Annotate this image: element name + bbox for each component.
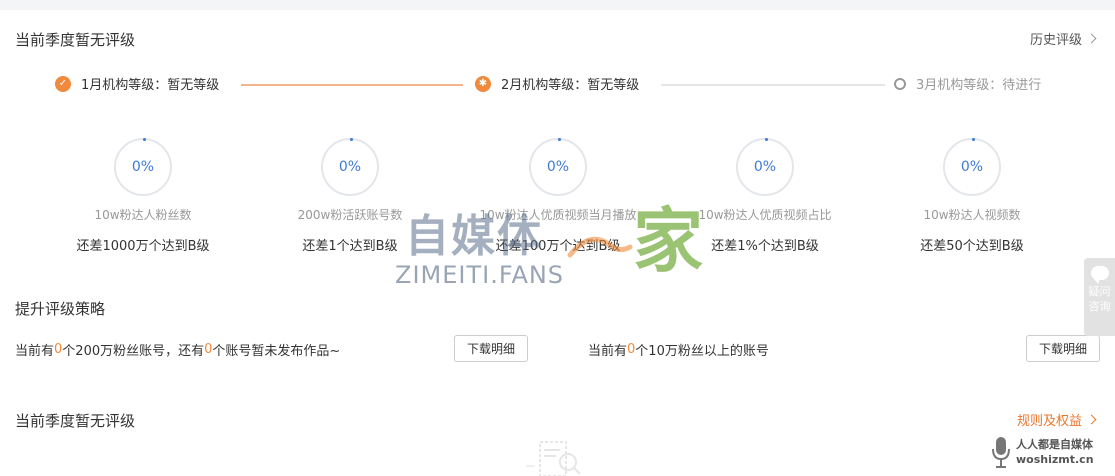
metric-label: 10w粉达人优质视频占比 xyxy=(698,208,832,222)
step-january: ✓ 1月机构等级：暂无等级 xyxy=(55,74,219,93)
chevron-right-icon xyxy=(1086,414,1097,425)
in-progress-icon: ✱ xyxy=(475,75,491,92)
metric-video-ratio: 0% 10w粉达人优质视频占比 还差1%个达到B级 xyxy=(675,138,855,254)
step-label: 1月机构等级：暂无等级 xyxy=(81,78,220,93)
help-line2: 咨询 xyxy=(1088,300,1111,313)
metric-active-accounts: 0% 200w粉活跃账号数 还差1个达到B级 xyxy=(260,138,440,254)
history-rating-link[interactable]: 历史评级 xyxy=(1029,29,1097,48)
metric-video-plays: 0% 10w粉达人优质视频当月播放 还差100万个达到B级 xyxy=(468,138,648,254)
strategy-count: 0 xyxy=(204,341,213,357)
metric-gap: 还差50个达到B级 xyxy=(920,239,1024,254)
metric-video-count: 0% 10w粉达人视频数 还差50个达到B级 xyxy=(882,138,1062,254)
woshizmt-watermark: 人人都是自媒体 woshizmt.cn xyxy=(990,427,1115,476)
top-bar xyxy=(0,0,1115,10)
pending-circle-icon xyxy=(894,77,906,90)
progress-ring: 0% xyxy=(321,138,379,196)
metric-label: 10w粉达人粉丝数 xyxy=(94,208,192,222)
corner-watermark-line2: woshizmt.cn xyxy=(1016,452,1094,466)
metric-percent: 0% xyxy=(753,159,777,175)
strategy-text: 个账号暂未发布作品~ xyxy=(212,343,341,359)
step-label: 2月机构等级：暂无等级 xyxy=(501,78,640,93)
metric-percent: 0% xyxy=(546,159,570,175)
progress-ring: 0% xyxy=(736,138,794,196)
footer-rating-title: 当前季度暂无评级 xyxy=(15,412,136,430)
strategy-row-fans: 当前有 0 个10万粉丝以上的账号 xyxy=(588,335,769,363)
strategy-text: 个10万粉丝以上的账号 xyxy=(635,343,769,359)
chat-bubble-icon xyxy=(1090,266,1109,284)
step-label: 3月机构等级：待进行 xyxy=(916,78,1042,93)
download-details-button[interactable]: 下载明细 xyxy=(1026,335,1100,362)
metric-fans: 0% 10w粉达人粉丝数 还差1000万个达到B级 xyxy=(53,138,233,254)
strategy-text: 当前有 xyxy=(588,343,628,359)
strategy-text: 个200万粉丝账号，还有 xyxy=(62,343,205,359)
help-consult-float[interactable]: 疑问 咨询 xyxy=(1084,258,1115,336)
strategy-count: 0 xyxy=(627,341,636,357)
step-march: 3月机构等级：待进行 xyxy=(894,74,1041,93)
watermark-domain: ZIMEITI.FANS xyxy=(395,261,565,289)
download-details-button[interactable]: 下载明细 xyxy=(454,335,528,362)
history-rating-label: 历史评级 xyxy=(1029,33,1082,48)
microphone-icon xyxy=(992,436,1010,468)
metric-gap: 还差1个达到B级 xyxy=(302,239,398,254)
chevron-right-icon xyxy=(1086,33,1097,44)
check-icon: ✓ xyxy=(55,75,71,92)
strategy-title: 提升评级策略 xyxy=(15,300,106,318)
step-february: ✱ 2月机构等级：暂无等级 xyxy=(475,74,639,93)
metric-percent: 0% xyxy=(960,159,984,175)
strategy-count: 0 xyxy=(54,341,63,357)
metric-label: 10w粉达人优质视频当月播放 xyxy=(479,208,637,222)
corner-watermark-line1: 人人都是自媒体 xyxy=(1016,437,1093,451)
metric-label: 200w粉活跃账号数 xyxy=(297,208,403,222)
progress-ring: 0% xyxy=(943,138,1001,196)
metric-gap: 还差1000万个达到B级 xyxy=(76,239,210,254)
metric-gap: 还差100万个达到B级 xyxy=(495,239,621,254)
metric-gap: 还差1%个达到B级 xyxy=(711,239,819,254)
help-line1: 疑问 xyxy=(1088,285,1111,298)
current-rating-title: 当前季度暂无评级 xyxy=(15,31,136,49)
progress-ring: 0% xyxy=(529,138,587,196)
empty-state-illustration-icon xyxy=(526,441,581,476)
progress-ring: 0% xyxy=(114,138,172,196)
metric-percent: 0% xyxy=(338,159,362,175)
step-connector-pending xyxy=(661,84,885,86)
strategy-text: 当前有 xyxy=(15,343,55,359)
metric-percent: 0% xyxy=(131,159,155,175)
step-connector-done xyxy=(241,84,463,86)
metric-label: 10w粉达人视频数 xyxy=(923,208,1021,222)
strategy-row-accounts: 当前有 0 个200万粉丝账号，还有 0 个账号暂未发布作品~ xyxy=(15,335,340,363)
monthly-progress-steps: ✓ 1月机构等级：暂无等级 ✱ 2月机构等级：暂无等级 3月机构等级：待进行 xyxy=(55,74,1055,96)
rating-metrics: 0% 10w粉达人粉丝数 还差1000万个达到B级 0% 200w粉活跃账号数 … xyxy=(40,138,1080,258)
